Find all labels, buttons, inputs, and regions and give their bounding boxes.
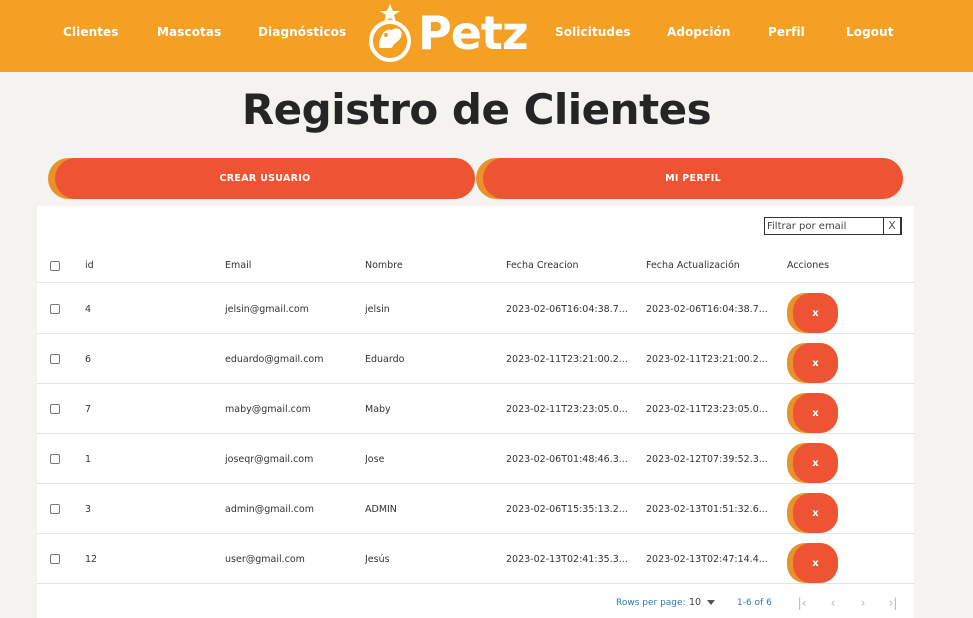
cell-id: 7 xyxy=(85,404,92,415)
header-nombre[interactable]: Nombre xyxy=(365,260,403,271)
table-row[interactable]: 1 joseqr@gmail.com Jose 2023-02-06T01:48:46… xyxy=(37,434,914,484)
nav-link-adopcion[interactable]: Adopción xyxy=(667,24,731,40)
pagination-range: 1-6 of 6 xyxy=(737,598,772,608)
cell-fecha-creacion: 2023-02-11T23:21:00.2... xyxy=(506,354,628,365)
cell-id: 12 xyxy=(85,554,98,565)
my-profile-button[interactable]: MI PERFIL xyxy=(483,158,903,199)
last-page-icon[interactable]: ›| xyxy=(885,595,901,611)
header-email[interactable]: Email xyxy=(225,260,251,271)
rows-per-page-label: Rows per page: xyxy=(616,598,686,608)
previous-page-icon[interactable]: ‹ xyxy=(825,595,841,611)
rows-per-page-select[interactable]: 10 xyxy=(689,597,701,608)
header-fecha-creacion[interactable]: Fecha Creacion xyxy=(506,260,579,271)
cell-nombre: ADMIN xyxy=(365,504,397,515)
cell-email: joseqr@gmail.com xyxy=(225,454,314,465)
nav-link-solicitudes[interactable]: Solicitudes xyxy=(555,24,631,40)
cell-nombre: Maby xyxy=(365,404,391,415)
table-row[interactable]: 6 eduardo@gmail.com Eduardo 2023-02-11T23:2… xyxy=(37,334,914,384)
cell-id: 4 xyxy=(85,304,92,315)
delete-client-button[interactable]: x xyxy=(793,443,838,483)
first-page-icon[interactable]: |‹ xyxy=(794,595,810,611)
clear-filter-button[interactable]: X xyxy=(883,217,901,235)
row-checkbox[interactable] xyxy=(50,554,60,564)
my-profile-button-wrap: MI PERFIL xyxy=(476,158,903,199)
delete-button-wrap: x xyxy=(787,443,838,483)
cell-email: admin@gmail.com xyxy=(225,504,314,515)
create-user-button-wrap: CREAR USUARIO xyxy=(48,158,475,199)
cell-id: 3 xyxy=(85,504,92,515)
row-checkbox[interactable] xyxy=(50,454,60,464)
row-checkbox[interactable] xyxy=(50,304,60,314)
delete-button-wrap: x xyxy=(787,393,838,433)
delete-button-wrap: x xyxy=(787,343,838,383)
next-page-icon[interactable]: › xyxy=(855,595,871,611)
cell-fecha-creacion: 2023-02-06T16:04:38.7... xyxy=(506,304,628,315)
header-id[interactable]: id xyxy=(85,260,94,271)
page-title: Registro de Clientes xyxy=(241,85,712,134)
table-row[interactable]: 4 jelsin@gmail.com jelsin 2023-02-06T16:04:… xyxy=(37,284,914,334)
header-acciones: Acciones xyxy=(787,260,830,271)
delete-client-button[interactable]: x xyxy=(793,543,838,583)
cell-email: jelsin@gmail.com xyxy=(225,304,309,315)
row-checkbox[interactable] xyxy=(50,354,60,364)
email-filter-input[interactable] xyxy=(765,218,884,234)
cell-fecha-creacion: 2023-02-06T01:48:46.3... xyxy=(506,454,628,465)
cell-fecha-creacion: 2023-02-13T02:41:35.3... xyxy=(506,554,628,565)
petz-logo[interactable]: Petz xyxy=(364,2,529,64)
row-checkbox[interactable] xyxy=(50,504,60,514)
table-row[interactable]: 7 maby@gmail.com Maby 2023-02-11T23:23:05.0… xyxy=(37,384,914,434)
nav-link-mascotas[interactable]: Mascotas xyxy=(157,24,221,40)
delete-client-button[interactable]: x xyxy=(793,343,838,383)
clients-table-card: X id Email Nombre Fecha Creacion Fecha A… xyxy=(37,206,914,618)
cell-email: maby@gmail.com xyxy=(225,404,311,415)
cell-fecha-actualizacion: 2023-02-12T07:39:52.3... xyxy=(646,454,768,465)
top-navbar: Clientes Mascotas Diagnósticos Petz Soli… xyxy=(0,0,973,72)
delete-button-wrap: x xyxy=(787,293,838,333)
cell-fecha-creacion: 2023-02-11T23:23:05.0... xyxy=(506,404,628,415)
cell-nombre: Eduardo xyxy=(365,354,405,365)
cell-email: eduardo@gmail.com xyxy=(225,354,324,365)
cell-nombre: jelsin xyxy=(365,304,390,315)
create-user-button[interactable]: CREAR USUARIO xyxy=(55,158,475,199)
header-fecha-actualizacion[interactable]: Fecha Actualización xyxy=(646,260,740,271)
delete-client-button[interactable]: x xyxy=(793,293,838,333)
row-checkbox[interactable] xyxy=(50,404,60,414)
delete-button-wrap: x xyxy=(787,543,838,583)
select-all-checkbox[interactable] xyxy=(50,261,60,271)
cell-email: user@gmail.com xyxy=(225,554,305,565)
nav-link-clientes[interactable]: Clientes xyxy=(63,24,119,40)
delete-client-button[interactable]: x xyxy=(793,493,838,533)
pet-paw-logo-icon xyxy=(369,4,411,62)
cell-id: 1 xyxy=(85,454,92,465)
nav-link-diagnosticos[interactable]: Diagnósticos xyxy=(258,24,346,40)
cell-nombre: Jose xyxy=(365,454,385,465)
nav-link-logout[interactable]: Logout xyxy=(846,24,894,40)
nav-link-perfil[interactable]: Perfil xyxy=(768,24,805,40)
cell-fecha-actualizacion: 2023-02-13T01:51:32.6... xyxy=(646,504,768,515)
cell-nombre: Jesús xyxy=(365,554,390,565)
cell-fecha-actualizacion: 2023-02-11T23:21:00.2... xyxy=(646,354,768,365)
table-row[interactable]: 3 admin@gmail.com ADMIN 2023-02-06T15:35:13… xyxy=(37,484,914,534)
delete-button-wrap: x xyxy=(787,493,838,533)
table-row[interactable]: 12 user@gmail.com Jesús 2023-02-13T02:41:35… xyxy=(37,534,914,584)
table-header: id Email Nombre Fecha Creacion Fecha Act… xyxy=(37,249,914,283)
logo-text: Petz xyxy=(418,6,529,60)
cell-fecha-creacion: 2023-02-06T15:35:13.2... xyxy=(506,504,628,515)
cell-fecha-actualizacion: 2023-02-06T16:04:38.7... xyxy=(646,304,768,315)
email-filter: X xyxy=(764,217,902,235)
delete-client-button[interactable]: x xyxy=(793,393,838,433)
chevron-down-icon[interactable] xyxy=(707,600,715,605)
cell-fecha-actualizacion: 2023-02-11T23:23:05.0... xyxy=(646,404,768,415)
cell-id: 6 xyxy=(85,354,92,365)
cell-fecha-actualizacion: 2023-02-13T02:47:14.4... xyxy=(646,554,768,565)
